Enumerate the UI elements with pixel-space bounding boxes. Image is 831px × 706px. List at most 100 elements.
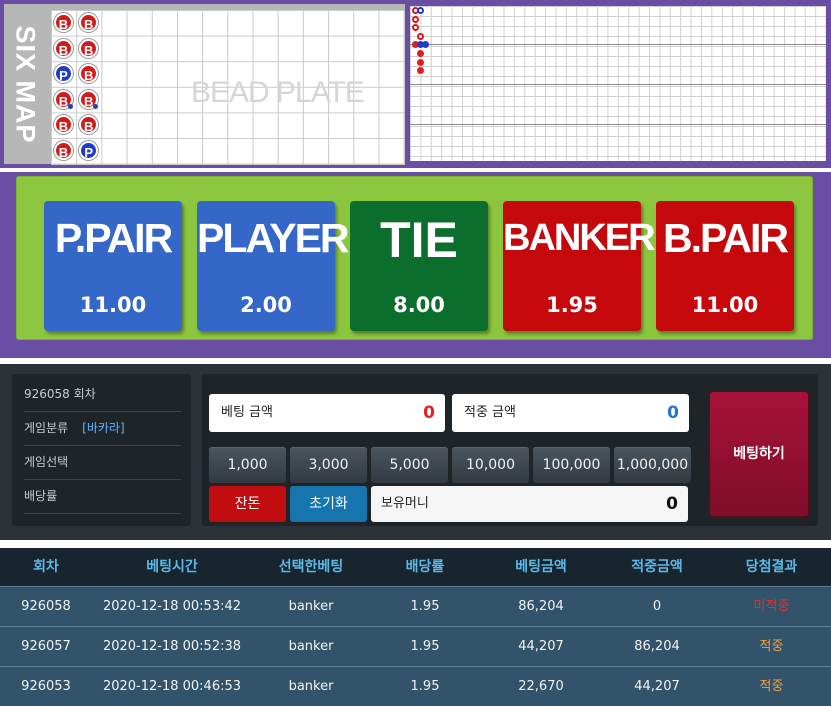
chip-100000-button[interactable]: 100,000 xyxy=(533,447,610,483)
wallet-value: 0 xyxy=(666,494,678,514)
column-header: 베팅시간 xyxy=(146,559,198,575)
round-number: 926058 회차 xyxy=(24,378,181,412)
bet-amount-label: 베팅 금액 xyxy=(221,405,273,420)
table-row: 926058 2020-12-18 00:53:42 banker 1.95 86,20… xyxy=(0,586,831,626)
bet-option-player-pair[interactable]: P.PAIR 11.00 xyxy=(44,201,182,331)
chip-10000-button[interactable]: 10,000 xyxy=(452,447,529,483)
chip-1000000-button[interactable]: 1,000,000 xyxy=(614,447,691,483)
column-header: 선택한베팅 xyxy=(278,559,344,575)
game-type-row: 게임분류 [바카라] xyxy=(24,412,181,446)
table-cell: 2020-12-18 00:53:42 xyxy=(102,599,242,614)
wallet-label: 보유머니 xyxy=(381,496,429,511)
bet-option-odds: 8.00 xyxy=(393,293,445,317)
road-marker xyxy=(417,32,425,40)
game-select-label: 게임선택 xyxy=(24,446,181,480)
road-marker xyxy=(417,7,425,14)
table-cell: 1.95 xyxy=(410,679,440,694)
bet-option-tie[interactable]: TIE 8.00 xyxy=(350,201,488,331)
column-header: 당첨결과 xyxy=(745,559,798,575)
player-bead: P xyxy=(54,64,73,84)
table-cell: 44,207 xyxy=(518,639,564,654)
column-header: 적중금액 xyxy=(631,559,683,575)
win-amount-field: 적중 금액 0 xyxy=(452,394,689,432)
bet-history-table: 회차 베팅시간 선택한베팅 배당률 베팅금액 적중금액 당첨결과 926058 2020-12… xyxy=(0,548,831,706)
table-cell: 미적중 xyxy=(753,599,790,614)
banker-bead: B xyxy=(54,38,73,58)
pair-marker-dot xyxy=(93,103,99,109)
bet-option-name: B.PAIR xyxy=(663,215,789,261)
table-cell: 2020-12-18 00:46:53 xyxy=(102,679,242,694)
big-road-panel xyxy=(410,6,826,161)
six-map-label: SIX MAP xyxy=(10,24,41,144)
bet-input-box: 베팅 금액 0 적중 금액 0 1,000 3,000 5,000 10,000… xyxy=(202,374,818,526)
table-header: 회차 베팅시간 선택한베팅 배당률 베팅금액 적중금액 당첨결과 xyxy=(0,548,831,586)
bet-amount-value: 0 xyxy=(423,403,435,423)
player-bead: P xyxy=(79,141,99,160)
bet-option-odds: 11.00 xyxy=(691,293,759,317)
road-marker xyxy=(417,58,425,66)
game-type-label: 게임분류 xyxy=(24,421,69,435)
bet-options-board: P.PAIR 11.00 PLAYER 2.00 TIE 8.00 BANKER… xyxy=(16,176,813,340)
win-amount-label: 적중 금액 xyxy=(464,405,516,420)
table-cell: 2020-12-18 00:52:38 xyxy=(102,639,242,654)
table-cell: 926053 xyxy=(21,679,71,694)
bet-amount-field[interactable]: 베팅 금액 0 xyxy=(209,394,445,432)
bead-plate-grid: BEAD PLATE BBBBPBBBBBBP xyxy=(51,10,405,165)
bead-plate-title: BEAD PLATE xyxy=(191,76,365,109)
win-amount-value: 0 xyxy=(667,403,679,423)
banker-bead: B xyxy=(79,13,99,32)
table-cell: 86,204 xyxy=(634,639,680,654)
road-divider xyxy=(410,124,826,125)
place-bet-button[interactable]: 베팅하기 xyxy=(710,392,808,516)
banker-bead: B xyxy=(54,141,73,160)
column-header: 회차 xyxy=(33,559,59,575)
road-marker xyxy=(412,15,419,23)
table-cell: 적중 xyxy=(759,639,784,654)
table-row: 926057 2020-12-18 00:52:38 banker 1.95 44,20… xyxy=(0,626,831,666)
change-button[interactable]: 잔돈 xyxy=(209,486,286,522)
odds-label: 배당률 xyxy=(24,480,181,514)
bet-option-odds: 11.00 xyxy=(79,293,147,317)
bet-option-name: BANKER xyxy=(503,217,656,259)
bet-option-name: P.PAIR xyxy=(54,215,173,261)
bet-option-banker[interactable]: BANKER 1.95 xyxy=(503,201,656,331)
banker-bead: B xyxy=(54,115,73,135)
game-info-box: 926058 회차 게임분류 [바카라] 게임선택 배당률 xyxy=(12,374,191,526)
table-cell: 1.95 xyxy=(410,639,440,654)
game-type-value: [바카라] xyxy=(82,421,125,435)
table-cell: banker xyxy=(288,639,334,654)
bet-form-panel: 926058 회차 게임분류 [바카라] 게임선택 배당률 베팅 금액 0 적중 … xyxy=(0,364,831,540)
banker-bead: B xyxy=(79,64,99,84)
map-section: SIX MAP BEAD PLATE BBBBPBBBBBBP xyxy=(0,0,831,168)
table-cell: 1.95 xyxy=(410,599,440,614)
reset-button[interactable]: 초기화 xyxy=(290,486,367,522)
bet-option-banker-pair[interactable]: B.PAIR 11.00 xyxy=(656,201,794,331)
banker-bead: B xyxy=(79,38,99,58)
bet-option-name: PLAYER xyxy=(197,215,350,261)
banker-bead: B xyxy=(54,13,73,32)
chip-1000-button[interactable]: 1,000 xyxy=(209,447,286,483)
wallet-display: 보유머니 0 xyxy=(371,486,688,522)
road-marker xyxy=(417,50,425,57)
bet-option-name: TIE xyxy=(380,212,458,268)
road-marker xyxy=(422,41,430,49)
pair-marker-dot xyxy=(68,103,73,109)
chip-3000-button[interactable]: 3,000 xyxy=(290,447,367,483)
bet-options-panel: P.PAIR 11.00 PLAYER 2.00 TIE 8.00 BANKER… xyxy=(0,172,831,358)
column-header: 베팅금액 xyxy=(515,559,567,575)
table-cell: 44,207 xyxy=(634,679,680,694)
bet-option-player[interactable]: PLAYER 2.00 xyxy=(197,201,350,331)
table-cell: 22,670 xyxy=(518,679,564,694)
table-cell: 86,204 xyxy=(518,599,564,614)
six-map-panel: SIX MAP BEAD PLATE BBBBPBBBBBBP xyxy=(4,4,405,165)
table-cell: 926058 xyxy=(21,599,71,614)
road-marker xyxy=(417,67,425,75)
column-header: 배당률 xyxy=(405,559,445,575)
bet-option-odds: 1.95 xyxy=(546,293,598,317)
bet-option-odds: 2.00 xyxy=(240,293,292,317)
table-row: 926053 2020-12-18 00:46:53 banker 1.95 22,67… xyxy=(0,666,831,706)
road-divider xyxy=(410,84,826,85)
table-cell: banker xyxy=(288,679,334,694)
chip-5000-button[interactable]: 5,000 xyxy=(371,447,448,483)
table-cell: 적중 xyxy=(759,679,784,694)
